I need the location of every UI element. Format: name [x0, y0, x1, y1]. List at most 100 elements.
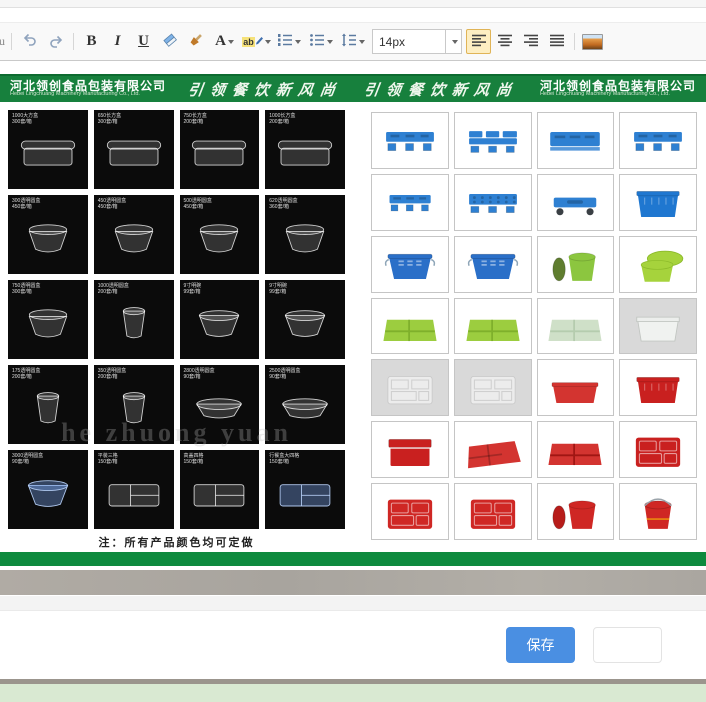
product-photo-cell	[619, 236, 697, 293]
product-photo-cell: 高盖四格150套/箱	[180, 450, 260, 529]
right-product-catalog-image[interactable]	[371, 112, 697, 540]
caret-icon	[295, 40, 301, 44]
company-name-en: Hebei Lingchuang Machinery Manufacturing…	[10, 92, 166, 98]
italic-label: I	[115, 33, 121, 50]
product-label: 450透明圆盒450套/箱	[98, 198, 126, 210]
image-icon	[582, 34, 603, 50]
align-center-button[interactable]	[492, 29, 517, 54]
banner-slogan-2: 引领餐饮新风尚	[362, 79, 519, 100]
product-photo-cell	[454, 112, 532, 169]
product-label: 500透明圆盒450套/箱	[184, 198, 212, 210]
font-color-button[interactable]: A	[209, 29, 240, 54]
ordered-list-button[interactable]	[273, 29, 304, 54]
product-photo-cell	[371, 112, 449, 169]
line-height-button[interactable]	[337, 29, 368, 54]
unordered-list-button[interactable]	[305, 29, 336, 54]
product-photo-cell	[454, 174, 532, 231]
product-label: 750长方盒200套/箱	[184, 113, 207, 125]
product-photo-cell	[537, 421, 615, 478]
overflow-cut-icon: u	[0, 34, 6, 49]
ordered-list-icon	[277, 33, 293, 50]
caret-icon	[265, 40, 271, 44]
product-photo-cell	[619, 112, 697, 169]
redo-icon	[48, 34, 64, 50]
highlight-button[interactable]: ab	[241, 29, 272, 54]
redo-button[interactable]	[43, 29, 68, 54]
caret-icon	[452, 40, 458, 44]
align-left-icon	[471, 34, 487, 50]
product-label: 175透明圆盒200套/箱	[12, 368, 40, 380]
caret-icon	[359, 40, 365, 44]
toolbar-separator	[574, 33, 575, 50]
product-label: 9寸明碗99套/箱	[184, 283, 202, 295]
product-label: 750透明圆盒300套/箱	[12, 283, 40, 295]
product-label: 1000长方盒200套/箱	[269, 113, 295, 125]
product-photo-cell	[537, 236, 615, 293]
product-label: 高盖四格150套/箱	[184, 453, 204, 465]
product-photo-cell	[537, 298, 615, 355]
align-left-button[interactable]	[466, 29, 491, 54]
left-product-catalog-image[interactable]: 1000大方盒300套/箱650长方盒300套/箱750长方盒200套/箱100…	[8, 110, 345, 529]
product-photo-cell: 620透明圆盒360套/箱	[265, 195, 345, 274]
pen-icon	[255, 34, 263, 49]
format-brush-button[interactable]	[183, 29, 208, 54]
font-size-select[interactable]: 14px	[372, 29, 462, 54]
gray-band	[0, 570, 706, 595]
product-photo-cell	[619, 298, 697, 355]
product-photo-cell	[619, 174, 697, 231]
save-button[interactable]: 保存	[506, 627, 575, 663]
unordered-list-icon	[309, 33, 325, 50]
company-name-en: Hebei Lingchuang Machinery Manufacturing…	[540, 92, 696, 98]
footer-green-area	[0, 684, 706, 702]
product-photo-cell	[371, 483, 449, 540]
align-justify-button[interactable]	[544, 29, 569, 54]
align-right-icon	[523, 34, 539, 50]
product-label: 350透明圆盒200套/箱	[98, 368, 126, 380]
underline-label: U	[138, 33, 149, 50]
align-right-button[interactable]	[518, 29, 543, 54]
bold-label: B	[86, 33, 96, 50]
bold-button[interactable]: B	[79, 29, 104, 54]
product-photo-cell: 1000透明圆盒200套/箱	[94, 280, 174, 359]
italic-button[interactable]: I	[105, 29, 130, 54]
highlight-glyph: ab	[242, 37, 255, 47]
product-photo-cell	[454, 359, 532, 416]
product-photo-cell	[619, 359, 697, 416]
editor-toolbar: u B I U A ab	[0, 23, 706, 61]
product-photo-cell: 2500透明圆盒90套/箱	[265, 365, 345, 444]
product-label: 平装三格150套/箱	[98, 453, 118, 465]
product-label: 1000大方盒300套/箱	[12, 113, 38, 125]
company-block-right: 河北领创食品包装有限公司 Hebei Lingchuang Machinery …	[540, 80, 696, 98]
product-photo-cell: 750长方盒200套/箱	[180, 110, 260, 189]
toolbar-separator	[11, 33, 12, 50]
product-photo-cell: 1000长方盒200套/箱	[265, 110, 345, 189]
product-photo-cell	[537, 359, 615, 416]
product-label: 3000透明圆盒90套/箱	[12, 453, 43, 465]
product-photo-cell	[454, 421, 532, 478]
product-photo-cell: 2800透明圆盒90套/箱	[180, 365, 260, 444]
editor-menu-strip	[0, 8, 706, 23]
product-photo-cell: 9寸明碗99套/箱	[180, 280, 260, 359]
product-photo-cell	[454, 236, 532, 293]
product-photo-cell	[537, 174, 615, 231]
align-center-icon	[497, 34, 513, 50]
product-photo-cell: 300透明圆盒450套/箱	[8, 195, 88, 274]
product-photo-cell: 行餐盒大四格150套/箱	[265, 450, 345, 529]
product-photo-cell	[371, 359, 449, 416]
product-photo-cell: 175透明圆盒200套/箱	[8, 365, 88, 444]
undo-button[interactable]	[17, 29, 42, 54]
product-photo-cell	[619, 483, 697, 540]
product-label: 300透明圆盒450套/箱	[12, 198, 40, 210]
product-photo-cell	[454, 298, 532, 355]
line-height-icon	[341, 33, 357, 50]
product-photo-cell	[619, 421, 697, 478]
remove-format-button[interactable]	[157, 29, 182, 54]
font-size-dropdown-button[interactable]	[445, 30, 461, 53]
browser-top-strip	[0, 0, 706, 8]
product-photo-cell: 350透明圆盒200套/箱	[94, 365, 174, 444]
product-photo-cell	[454, 483, 532, 540]
eraser-icon	[162, 32, 178, 51]
underline-button[interactable]: U	[131, 29, 156, 54]
secondary-button[interactable]	[593, 627, 662, 663]
insert-image-button[interactable]	[580, 29, 605, 54]
